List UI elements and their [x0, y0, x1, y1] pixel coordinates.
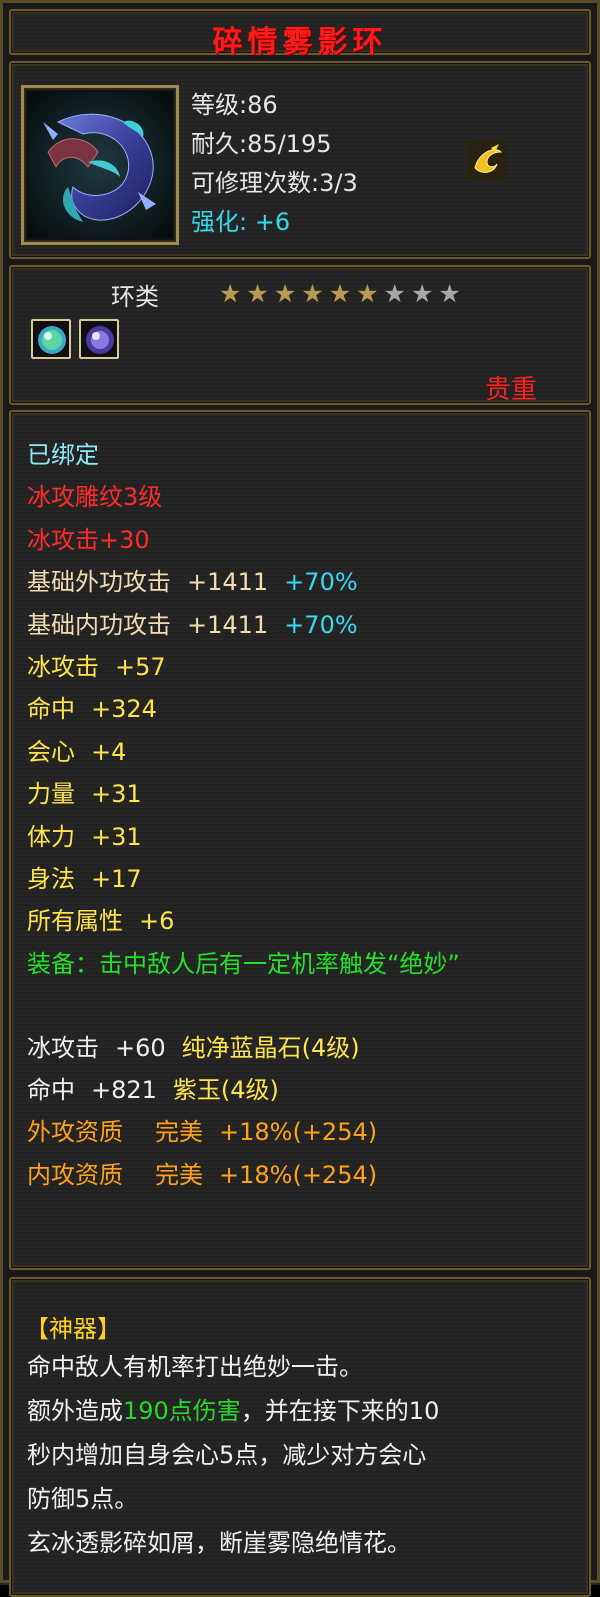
stamina-row: 体力 +31 — [27, 816, 587, 858]
gem-slot-1[interactable] — [31, 319, 71, 359]
stat-value: +324 — [91, 695, 157, 724]
item-level: 等级:86 — [191, 91, 278, 119]
enhance-label: 强化: — [191, 208, 248, 236]
int-quality-row: 内攻资质 完美 +18%(+254) — [27, 1154, 587, 1196]
star-icon: ★ — [410, 279, 434, 308]
equip-effect: 装备：击中敌人后有一定机率触发“绝妙” — [27, 949, 460, 978]
item-durability: 耐久:85/195 — [191, 130, 332, 158]
ring-item-icon — [28, 92, 172, 238]
quality-grade: 完美 — [155, 1118, 203, 1147]
item-name: 碎情雾影环 — [212, 25, 388, 60]
artifact-line: 防御5点。 — [27, 1485, 139, 1513]
stat-label: 命中 — [27, 1076, 75, 1105]
item-stats-panel: 已绑定 冰攻雕纹3级 冰攻击+30 基础外功攻击 +1411 +70% 基础内功攻击… — [9, 410, 591, 1270]
gem2-row: 命中 +821 紫玉(4级) — [27, 1069, 587, 1111]
star-icon: ★ — [219, 279, 242, 308]
artifact-damage: 190点伤害 — [123, 1397, 241, 1425]
item-repair-count: 可修理次数:3/3 — [191, 169, 358, 197]
item-header: 等级:86 耐久:85/195 可修理次数:3/3 强化: +6 — [9, 61, 591, 259]
title-bar: 碎情雾影环 — [9, 9, 591, 60]
ext-attack-row: 基础外功攻击 +1411 +70% — [27, 561, 587, 603]
item-tooltip: 碎情雾影环 等级:86 耐久:85/195 可修理次数:3/3 强化: +6 环… — [0, 0, 600, 1597]
stat-label: 身法 — [27, 864, 75, 893]
artifact-line: 命中敌人有机率打出绝妙一击。 — [27, 1353, 363, 1381]
stat-value: +17 — [91, 864, 142, 893]
item-type-panel: 环类 ★ ★ ★ ★ ★ ★ ★ ★ ★ 贵重 — [9, 265, 591, 405]
stat-value: +4 — [91, 737, 127, 766]
stat-label: 会心 — [27, 737, 75, 766]
star-icon: ★ — [438, 279, 461, 308]
green-gem-icon — [38, 326, 66, 354]
stat-list: 已绑定 冰攻雕纹3级 冰攻击+30 基础外功攻击 +1411 +70% 基础内功攻击… — [27, 434, 587, 1196]
quality-grade: 完美 — [155, 1160, 203, 1189]
gem-name: 纯净蓝晶石(4级) — [181, 1033, 360, 1062]
agility-row: 身法 +17 — [27, 858, 587, 900]
artifact-text: 额外造成 — [27, 1397, 123, 1425]
precious-label: 贵重 — [484, 375, 537, 405]
star-icon: ★ — [383, 279, 406, 308]
stat-label: 体力 — [27, 822, 75, 851]
stat-value: +31 — [91, 822, 142, 851]
stat-value: +60 — [115, 1033, 166, 1062]
int-attack-row: 基础内功攻击 +1411 +70% — [27, 604, 587, 646]
artifact-title: 【神器】 — [25, 1315, 121, 1343]
stat-value: +57 — [115, 652, 166, 681]
gem-slot-2[interactable] — [79, 319, 119, 359]
stat-value: +31 — [91, 780, 142, 809]
stat-pct: +70% — [284, 610, 358, 639]
stat-label: 内攻资质 — [27, 1160, 123, 1189]
gem-name: 紫玉(4级) — [172, 1076, 279, 1105]
item-type: 环类 — [111, 283, 159, 311]
quality-value: +18%(+254) — [219, 1118, 378, 1147]
star-rating: ★ ★ ★ ★ ★ ★ ★ ★ ★ — [219, 281, 461, 306]
ice-attack-row: 冰攻击 +57 — [27, 646, 587, 688]
stat-pct: +70% — [284, 568, 358, 597]
ext-quality-row: 外攻资质 完美 +18%(+254) — [27, 1111, 587, 1153]
artifact-panel: 【神器】 命中敌人有机率打出绝妙一击。 额外造成190点伤害，并在接下来的10 … — [9, 1277, 591, 1597]
stat-label: 力量 — [27, 780, 75, 809]
artifact-description: 命中敌人有机率打出绝妙一击。 额外造成190点伤害，并在接下来的10 秒内增加自… — [27, 1345, 587, 1565]
item-enhance: 强化: +6 — [191, 202, 290, 237]
gold-swirl-icon — [467, 140, 507, 180]
bound-status: 已绑定 — [27, 441, 99, 469]
all-attr-row: 所有属性 +6 — [27, 900, 587, 942]
engrave-bonus: 冰攻击+30 — [27, 525, 150, 554]
crit-row: 会心 +4 — [27, 731, 587, 773]
star-icon: ★ — [273, 279, 297, 308]
stat-label: 外攻资质 — [27, 1118, 123, 1147]
artifact-text: ，并在接下来的10 — [240, 1397, 440, 1425]
stat-value: +1411 — [187, 568, 269, 597]
stat-label: 冰攻击 — [27, 652, 99, 681]
star-icon: ★ — [328, 279, 352, 308]
star-icon: ★ — [301, 279, 324, 308]
stat-label: 命中 — [27, 695, 75, 724]
quality-value: +18%(+254) — [219, 1160, 378, 1189]
strength-row: 力量 +31 — [27, 773, 587, 815]
stat-label: 所有属性 — [27, 907, 123, 936]
stat-value: +6 — [139, 907, 175, 936]
artifact-line: 秒内增加自身会心5点，减少对方会心 — [27, 1441, 427, 1469]
star-icon: ★ — [356, 279, 379, 308]
star-icon: ★ — [246, 279, 269, 308]
stat-label: 基础内功攻击 — [27, 610, 171, 639]
item-icon-frame — [21, 85, 179, 245]
gem1-row: 冰攻击 +60 纯净蓝晶石(4级) — [27, 1027, 587, 1069]
stat-label: 基础外功攻击 — [27, 568, 171, 597]
stat-label: 冰攻击 — [27, 1033, 99, 1062]
stat-value: +821 — [91, 1076, 157, 1105]
artifact-line: 额外造成190点伤害，并在接下来的10 — [27, 1389, 587, 1433]
hit-row: 命中 +324 — [27, 688, 587, 730]
artifact-flavor: 玄冰透影碎如屑，断崖雾隐绝情花。 — [27, 1529, 411, 1557]
stat-value: +1411 — [187, 610, 269, 639]
purple-gem-icon — [86, 326, 114, 354]
engrave-line: 冰攻雕纹3级 — [27, 483, 163, 512]
enhance-value: +6 — [254, 208, 291, 236]
